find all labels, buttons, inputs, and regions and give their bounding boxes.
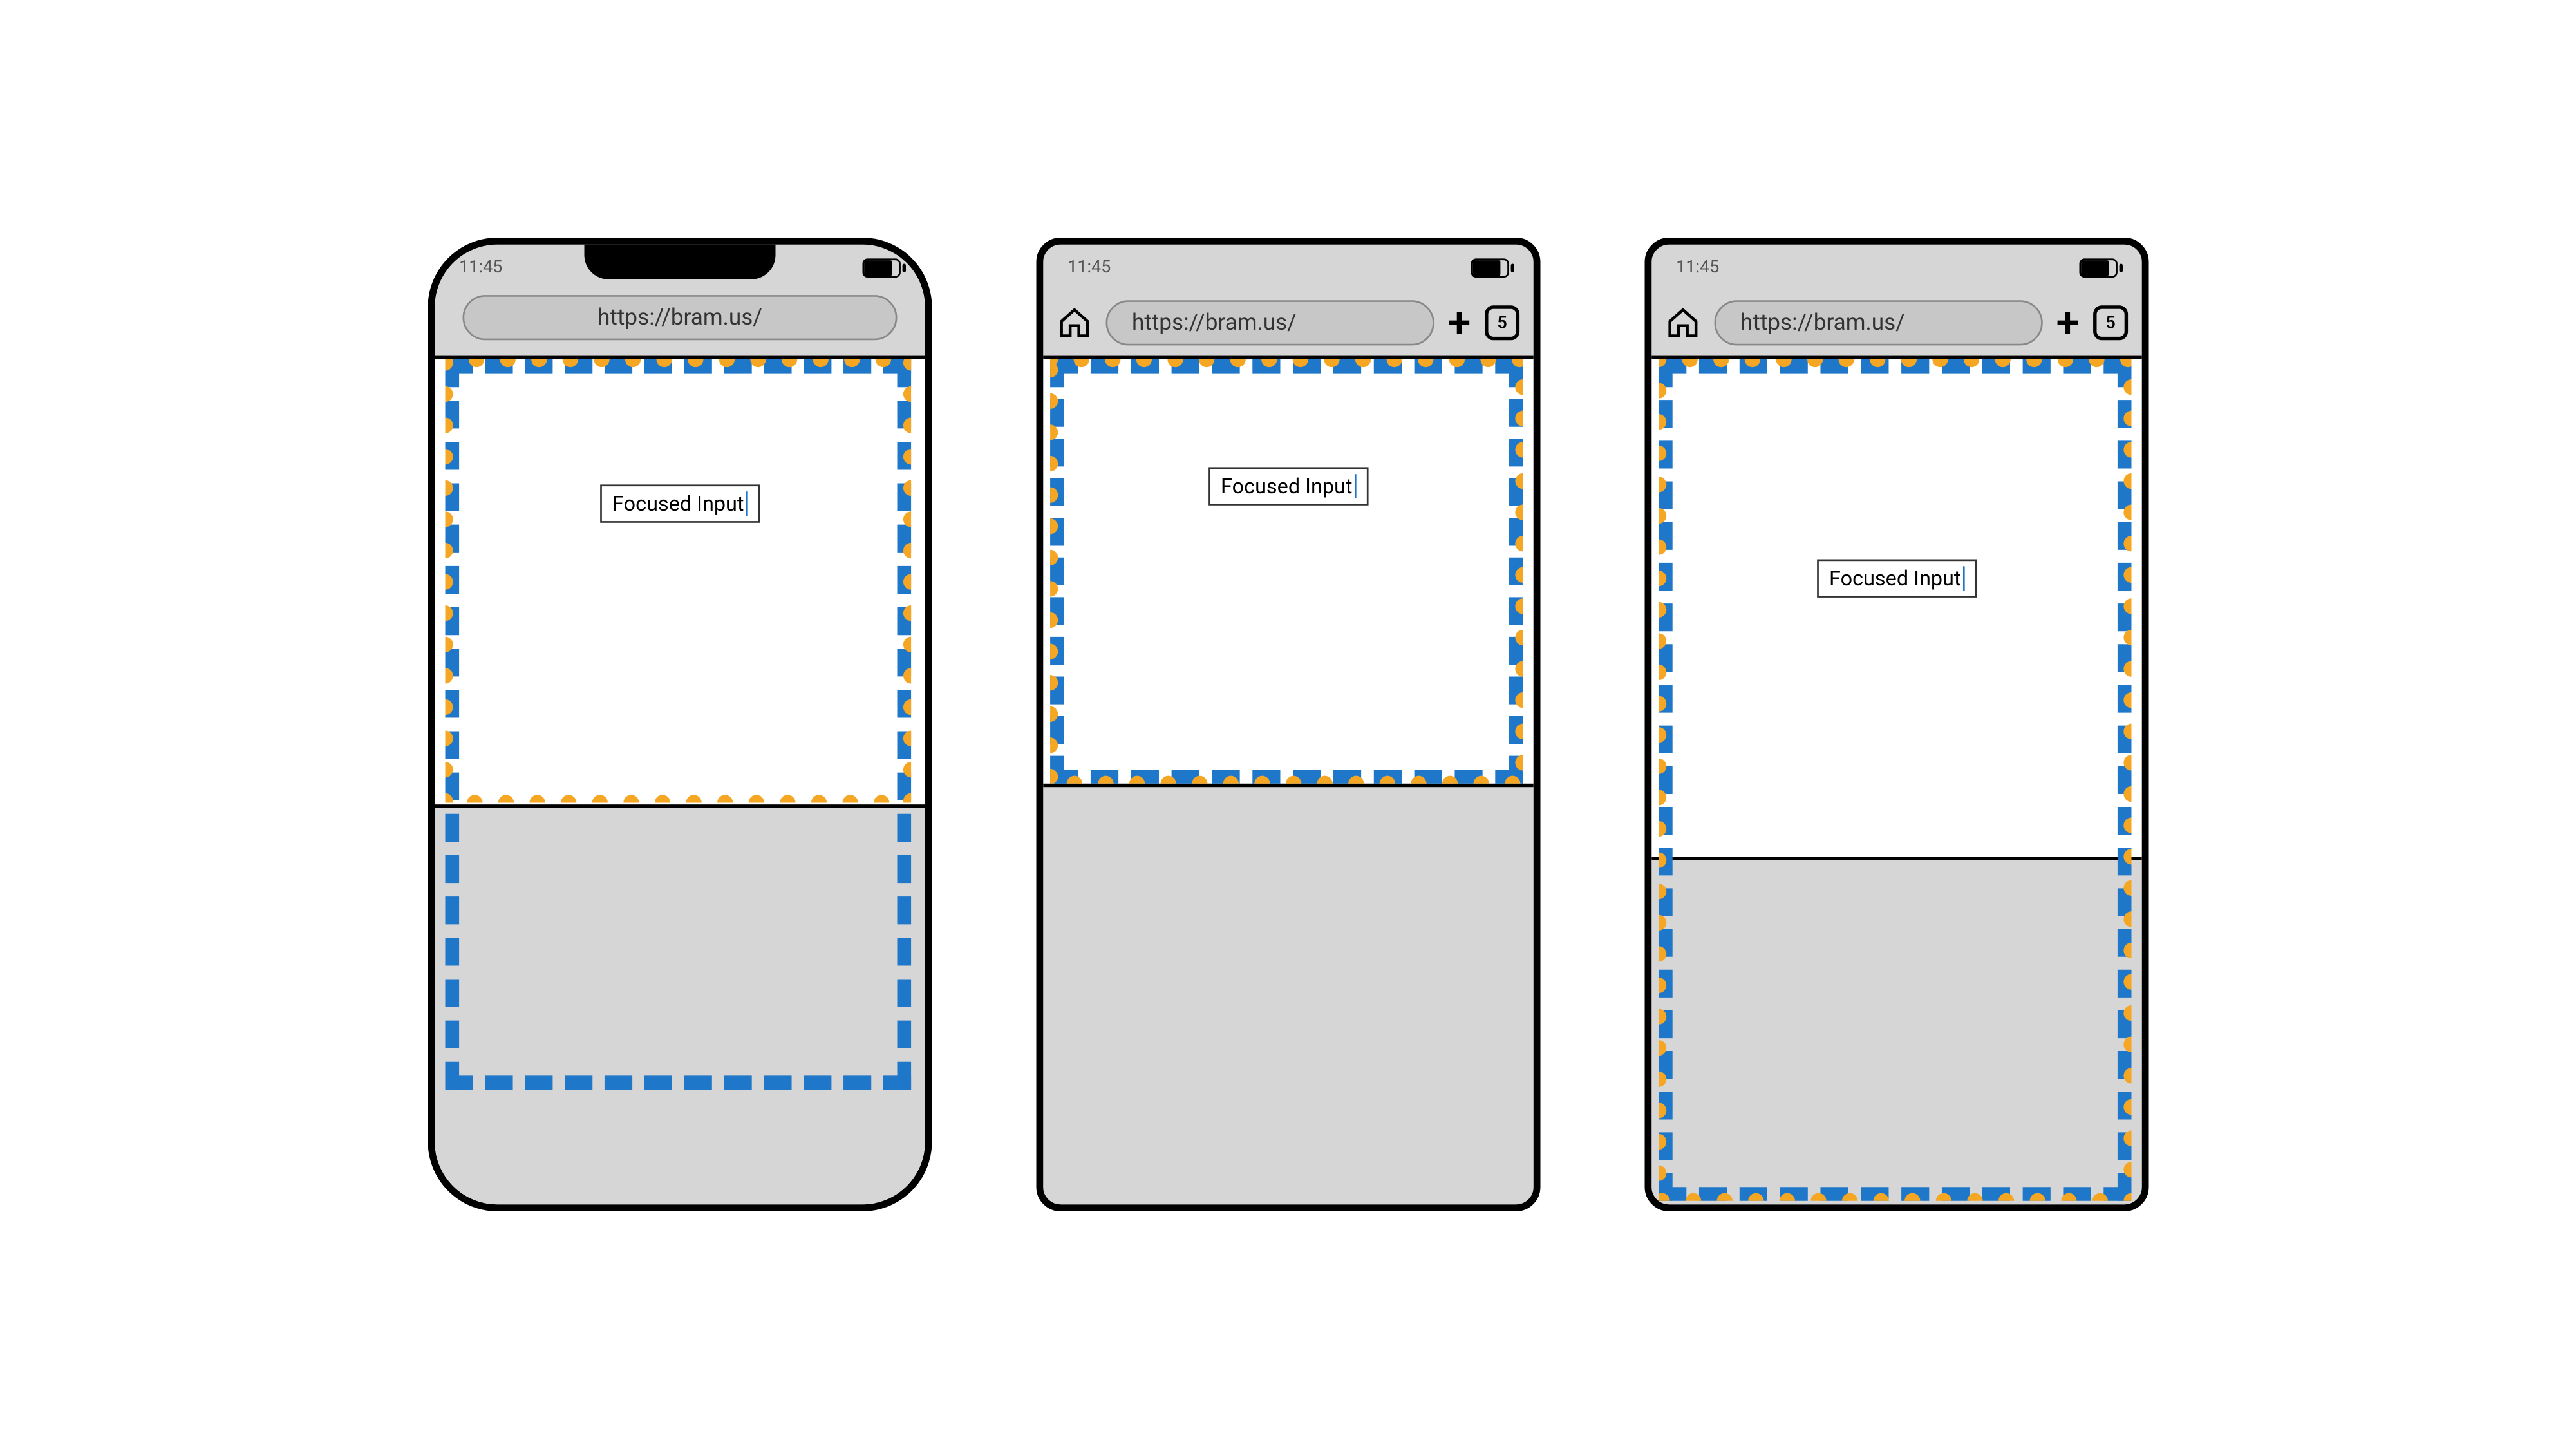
text-caret (1962, 566, 1964, 591)
text-caret (746, 491, 747, 516)
url-text: https://bram.us/ (1132, 310, 1297, 336)
page-viewport: Focused Input (435, 359, 925, 1204)
url-bar[interactable]: https://bram.us/ (1105, 300, 1433, 345)
visual-viewport-outline (445, 359, 911, 803)
virtual-keyboard (1651, 857, 2141, 1204)
layout-viewport-outline (1050, 359, 1523, 784)
url-bar[interactable]: https://bram.us/ (1714, 300, 2042, 345)
input-value: Focused Input (1829, 566, 1960, 591)
battery-icon (1471, 258, 1509, 277)
home-icon[interactable] (1057, 305, 1091, 340)
status-time: 11:45 (1067, 258, 1111, 277)
battery-icon (862, 258, 900, 277)
browser-toolbar: https://bram.us/ +5 (1043, 290, 1533, 359)
focused-text-input[interactable]: Focused Input (1208, 467, 1368, 505)
input-value: Focused Input (1221, 474, 1352, 498)
url-text: https://bram.us/ (1740, 310, 1905, 336)
status-time: 11:45 (1676, 258, 1719, 277)
battery-icon (2079, 258, 2117, 277)
home-icon[interactable] (1665, 305, 1700, 340)
new-tab-icon[interactable]: + (1447, 302, 1471, 344)
page-viewport: Focused Input (1651, 359, 2141, 1204)
tab-count-badge[interactable]: 5 (2093, 305, 2128, 340)
browser-toolbar: https://bram.us/ +5 (1651, 290, 2141, 359)
focused-text-input[interactable]: Focused Input (1817, 560, 1977, 598)
url-bar[interactable]: https://bram.us/ (462, 295, 897, 340)
device-android-resize-none: 11:45 https://bram.us/ +5 Focused Input (1644, 238, 2148, 1211)
notch (584, 241, 775, 279)
browser-toolbar: https://bram.us/ (435, 290, 925, 359)
virtual-keyboard (1043, 784, 1533, 1204)
new-tab-icon[interactable]: + (2056, 302, 2079, 344)
page-viewport: Focused Input (1043, 359, 1533, 1204)
virtual-keyboard (435, 804, 925, 1204)
device-ios-safari: 11:45 https://bram.us/Focused Input (428, 238, 932, 1211)
status-bar: 11:45 (1651, 245, 2141, 290)
status-time: 11:45 (459, 258, 502, 277)
focused-text-input[interactable]: Focused Input (600, 484, 760, 522)
device-android-resize-visual: 11:45 https://bram.us/ +5 Focused Input (1036, 238, 1540, 1211)
input-value: Focused Input (612, 491, 744, 516)
text-caret (1354, 474, 1356, 498)
visual-viewport-outline (1050, 359, 1523, 784)
tab-count-badge[interactable]: 5 (1485, 305, 1519, 340)
status-bar: 11:45 (1043, 245, 1533, 290)
url-text: https://bram.us/ (597, 305, 762, 331)
